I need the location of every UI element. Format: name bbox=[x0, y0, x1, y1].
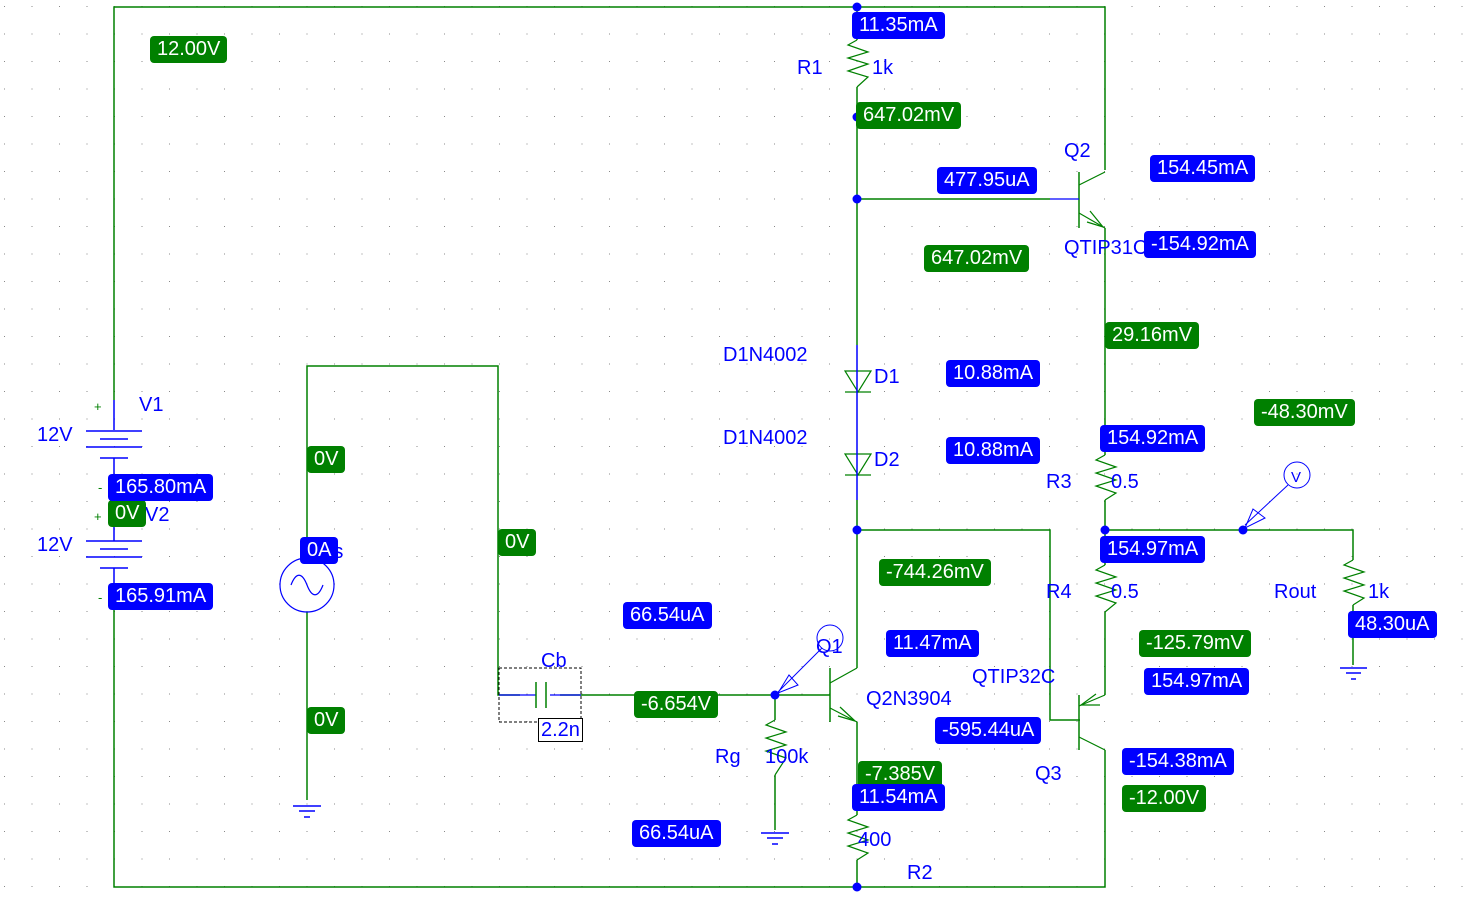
label-r4-ref: R4 bbox=[1046, 581, 1072, 603]
ground-icon bbox=[1340, 667, 1367, 680]
current-tag-cb[interactable]: 66.54uA bbox=[623, 602, 712, 629]
label-r2-ref: R2 bbox=[907, 862, 933, 884]
label-r3-value: 0.5 bbox=[1111, 471, 1139, 493]
v1-plus: + bbox=[94, 399, 102, 414]
resistor-rout[interactable] bbox=[1342, 559, 1366, 606]
current-tag-q3-collector[interactable]: -154.38mA bbox=[1122, 748, 1234, 775]
current-tag-r2[interactable]: 11.54mA bbox=[852, 784, 945, 811]
capacitor-cb[interactable] bbox=[498, 667, 582, 723]
voltage-tag-r1-bottom[interactable]: 647.02mV bbox=[856, 102, 962, 129]
label-r4-value: 0.5 bbox=[1111, 581, 1139, 603]
label-q1-ref: Q1 bbox=[816, 636, 843, 658]
label-d2-ref: D2 bbox=[874, 449, 900, 471]
transistor-q1[interactable] bbox=[829, 667, 858, 723]
current-tag-q2-emitter[interactable]: -154.92mA bbox=[1144, 231, 1256, 258]
ac-source-vs[interactable] bbox=[279, 557, 335, 613]
label-q1-model: Q2N3904 bbox=[866, 688, 952, 710]
current-tag-v1[interactable]: 165.80mA bbox=[108, 474, 214, 501]
v1-minus: - bbox=[98, 480, 103, 495]
label-v1-value: 12V bbox=[37, 424, 73, 446]
transistor-q2[interactable] bbox=[1050, 171, 1106, 229]
transistor-q3[interactable] bbox=[1078, 693, 1106, 751]
current-tag-q1-collector[interactable]: 11.47mA bbox=[886, 630, 979, 657]
current-tag-rg[interactable]: 66.54uA bbox=[632, 820, 721, 847]
voltage-tag-q3-base[interactable]: -744.26mV bbox=[879, 559, 991, 586]
probe-label: V bbox=[1291, 469, 1301, 486]
label-v2-ref: V2 bbox=[145, 504, 170, 526]
voltage-tag-q3-emitter[interactable]: -125.79mV bbox=[1139, 630, 1251, 657]
current-tag-d1[interactable]: 10.88mA bbox=[946, 360, 1041, 387]
label-q2-ref: Q2 bbox=[1064, 140, 1091, 162]
current-tag-v2[interactable]: 165.91mA bbox=[108, 583, 214, 610]
ground-icon bbox=[293, 805, 321, 818]
wire-vs-loop[interactable] bbox=[306, 365, 520, 696]
label-rg-value: 100k bbox=[765, 746, 809, 768]
label-d1-ref: D1 bbox=[874, 366, 900, 388]
label-v1-ref: V1 bbox=[139, 394, 164, 416]
current-tag-d2[interactable]: 10.88mA bbox=[946, 437, 1041, 464]
label-cb-ref: Cb bbox=[541, 650, 567, 672]
voltage-tag-out[interactable]: -48.30mV bbox=[1254, 399, 1355, 426]
label-rg-ref: Rg bbox=[715, 746, 741, 768]
current-tag-r3[interactable]: 154.92mA bbox=[1100, 425, 1206, 452]
voltage-tag-vcc[interactable]: 12.00V bbox=[150, 36, 228, 63]
current-tag-q2-base[interactable]: 477.95uA bbox=[937, 167, 1037, 194]
label-q2-model: QTIP31C bbox=[1064, 237, 1148, 259]
label-v2-value: 12V bbox=[37, 534, 73, 556]
label-q3-model: QTIP32C bbox=[972, 666, 1056, 688]
v2-minus: - bbox=[98, 590, 103, 605]
current-tag-q2-collector[interactable]: 154.45mA bbox=[1150, 155, 1256, 182]
resistor-r1[interactable] bbox=[845, 39, 870, 88]
voltage-tag-vs-top[interactable]: 0V bbox=[307, 446, 346, 473]
label-d1-model: D1N4002 bbox=[723, 344, 808, 366]
label-rout-ref: Rout bbox=[1274, 581, 1317, 603]
battery-v2[interactable] bbox=[86, 525, 142, 590]
label-r1-value: 1k bbox=[872, 57, 894, 79]
voltage-tag-v-mid[interactable]: 0V bbox=[108, 500, 147, 527]
diode-d1[interactable] bbox=[843, 370, 873, 394]
voltage-tag-cb-left[interactable]: 0V bbox=[498, 529, 537, 556]
schematic-canvas[interactable]: V bbox=[0, 0, 1467, 909]
label-r3-ref: R3 bbox=[1046, 471, 1072, 493]
v2-plus: + bbox=[94, 509, 102, 524]
label-rout-value: 1k bbox=[1368, 581, 1390, 603]
voltage-tag-q2-emitter[interactable]: 29.16mV bbox=[1105, 322, 1200, 349]
current-tag-q3-base[interactable]: -595.44uA bbox=[935, 717, 1042, 744]
voltage-tag-vs-bottom[interactable]: 0V bbox=[307, 707, 346, 734]
diode-d2[interactable] bbox=[843, 453, 873, 477]
label-r1-ref: R1 bbox=[797, 57, 823, 79]
label-d2-model: D1N4002 bbox=[723, 427, 808, 449]
current-tag-r4[interactable]: 154.97mA bbox=[1100, 536, 1206, 563]
current-tag-vs[interactable]: 0A bbox=[300, 537, 339, 564]
ground-icon bbox=[761, 832, 789, 845]
current-tag-rout[interactable]: 48.30uA bbox=[1348, 611, 1437, 638]
current-tag-q3-emitter[interactable]: 154.97mA bbox=[1144, 668, 1250, 695]
voltage-tag-q2-base[interactable]: 647.02mV bbox=[924, 245, 1030, 272]
current-tag-r1[interactable]: 11.35mA bbox=[852, 12, 945, 39]
label-cb-value[interactable]: 2.2n bbox=[538, 718, 583, 742]
voltage-tag-q1-base[interactable]: -6.654V bbox=[634, 691, 719, 718]
voltage-tag-vee[interactable]: -12.00V bbox=[1122, 785, 1207, 812]
label-q3-ref: Q3 bbox=[1035, 763, 1062, 785]
label-r2-value: 400 bbox=[858, 829, 892, 851]
wire-top-rail[interactable] bbox=[113, 6, 1106, 400]
